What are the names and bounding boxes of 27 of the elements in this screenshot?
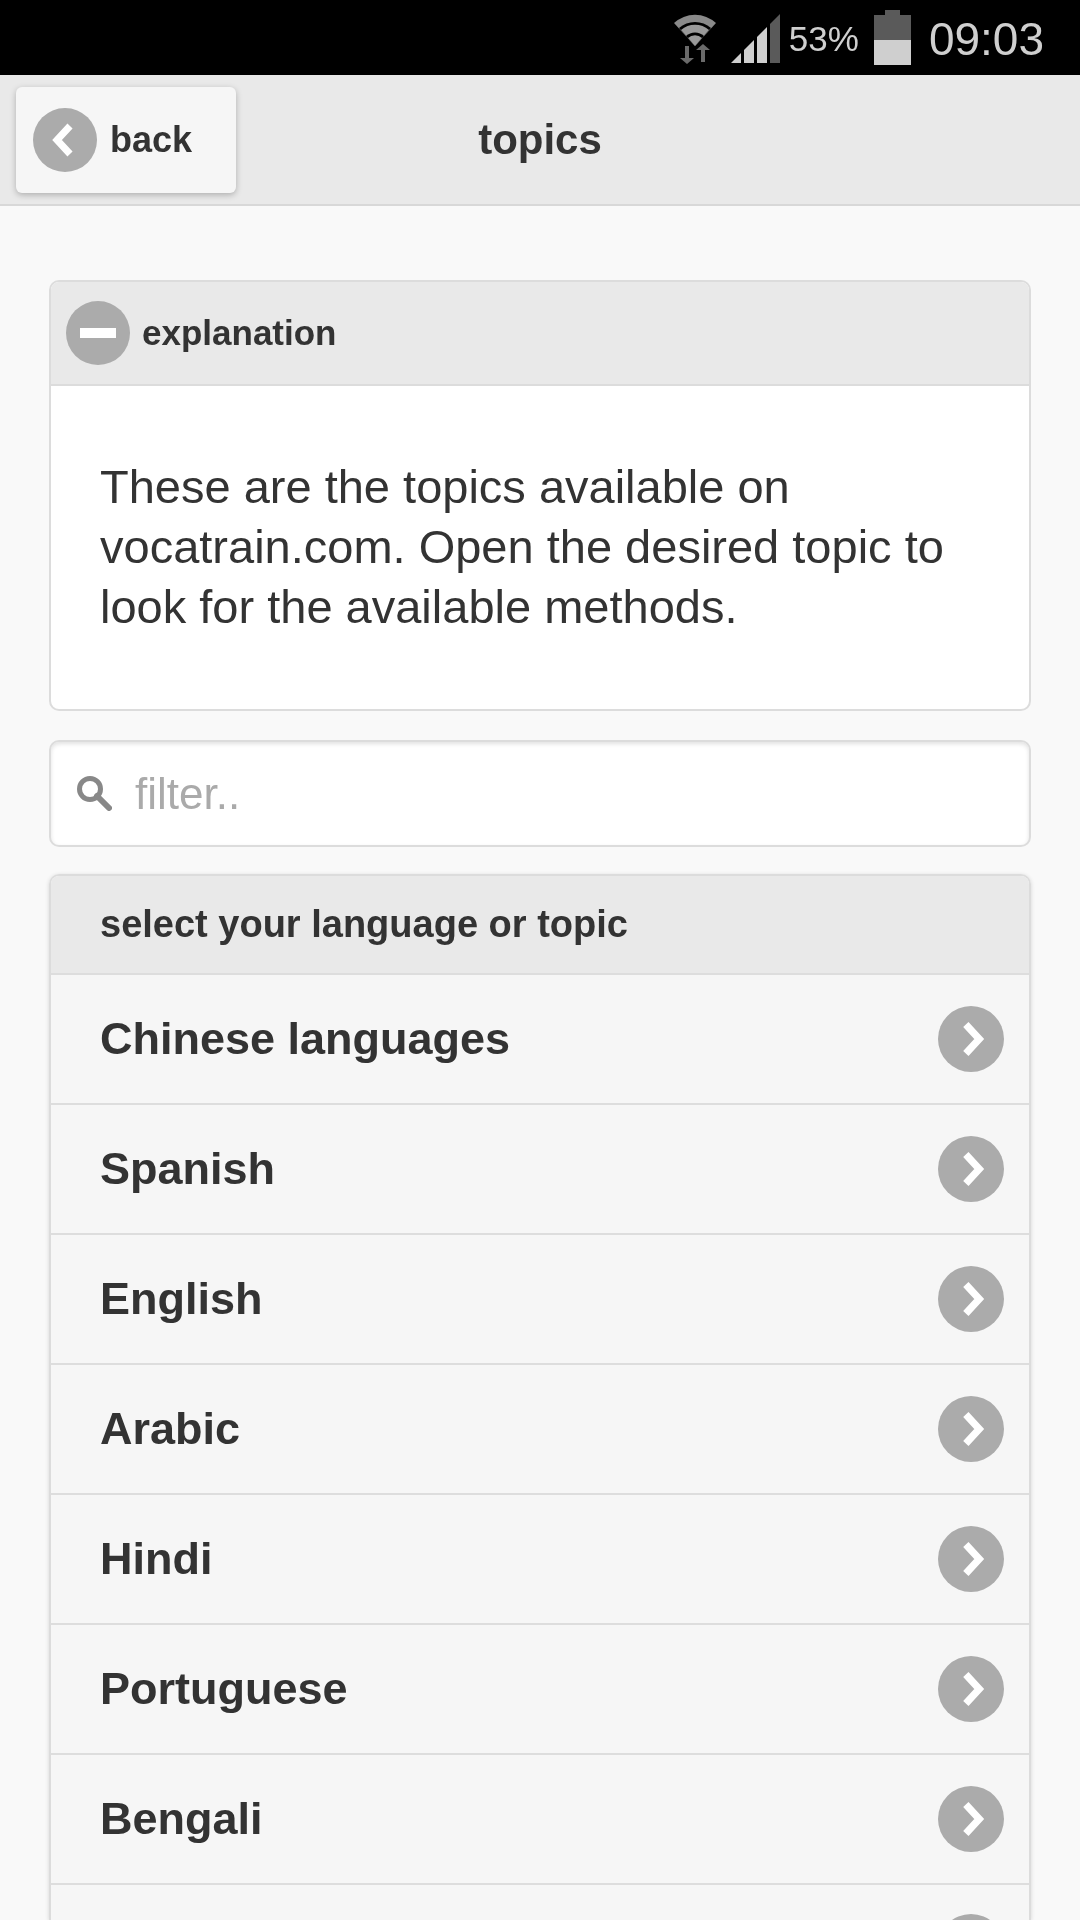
chevron-right-icon (938, 1786, 1004, 1852)
back-button[interactable]: back (16, 86, 236, 193)
search-icon (76, 775, 112, 811)
chevron-right-icon (938, 1136, 1004, 1202)
list-row[interactable] (51, 1883, 1029, 1920)
page-title: topics (478, 118, 602, 161)
topic-item[interactable]: Arabic (51, 1363, 1029, 1493)
battery-icon (873, 9, 911, 65)
topic-item[interactable]: English (51, 1233, 1029, 1363)
signal-icon (730, 14, 780, 63)
clock-time: 09:03 (928, 15, 1044, 62)
explanation-text: These are the topics available on vocatrain.com. Open the desired topic to look for the available methods. (100, 459, 945, 635)
explanation-toggle[interactable]: explanation (51, 282, 1029, 386)
list-heading: select your language or topic (51, 876, 1029, 973)
battery-percent: 53% (788, 21, 859, 56)
chevron-right-icon (938, 1396, 1004, 1462)
back-icon (33, 107, 97, 172)
chevron-right-icon (938, 1656, 1004, 1722)
chevron-right-icon (938, 1006, 1004, 1072)
topic-item[interactable]: Hindi (51, 1493, 1029, 1623)
chevron-right-icon (938, 1526, 1004, 1592)
topic-item[interactable]: Portuguese (51, 1623, 1029, 1753)
topic-item[interactable]: Chinese languages (51, 973, 1029, 1103)
chevron-right-icon (938, 1266, 1004, 1332)
topic-item[interactable]: Spanish (51, 1103, 1029, 1233)
filter-field[interactable]: filter.. (49, 740, 1031, 847)
topic-item[interactable]: Bengali (51, 1753, 1029, 1883)
